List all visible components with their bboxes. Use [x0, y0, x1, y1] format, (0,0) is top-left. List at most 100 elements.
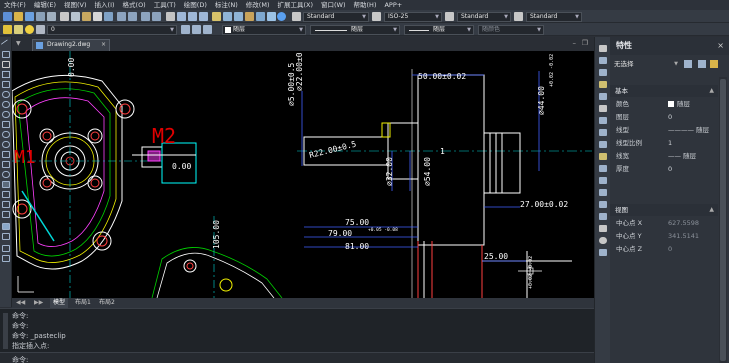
sphere-icon[interactable]	[599, 237, 607, 244]
design-center-icon[interactable]	[223, 12, 232, 21]
menu-dimension[interactable]: 标注(N)	[211, 0, 242, 10]
stretch-icon[interactable]	[599, 141, 607, 148]
prop-row-center-y[interactable]: 中心点 Y 341.5141	[610, 230, 729, 243]
menu-window[interactable]: 窗口(W)	[317, 0, 350, 10]
break-icon[interactable]	[599, 177, 607, 184]
prop-row-color[interactable]: 颜色 随层	[610, 98, 729, 111]
scrollbar-thumb[interactable]	[720, 79, 726, 361]
match-properties-icon[interactable]	[93, 12, 102, 21]
tab-layout1[interactable]: 布局1	[72, 298, 94, 308]
polyline-icon[interactable]	[2, 61, 10, 68]
multiline-text-icon[interactable]	[2, 223, 10, 230]
properties-scrollbar[interactable]	[719, 77, 727, 363]
properties-icon[interactable]	[212, 12, 221, 21]
menu-insert[interactable]: 插入(I)	[91, 0, 119, 10]
tab-list-icon[interactable]: ▼	[16, 40, 21, 47]
undo-arrow-icon[interactable]	[141, 12, 150, 21]
plotstyle-select[interactable]: 随颜色 ▼	[478, 24, 544, 35]
rectangle-icon[interactable]	[2, 81, 10, 88]
dim-style-select[interactable]: ISO-25 ▼	[384, 11, 442, 22]
prop-row-lineweight[interactable]: 线宽 —— 随层	[610, 150, 729, 163]
markup-icon[interactable]	[256, 12, 265, 21]
restore-window-icon[interactable]: ❐	[582, 39, 588, 47]
layer-walk-icon[interactable]	[599, 249, 607, 256]
zoom-window-icon[interactable]	[188, 12, 197, 21]
tab-nav-first-icon[interactable]: ◀◀	[16, 298, 25, 308]
ellipse-arc-icon[interactable]	[2, 141, 10, 148]
layer-states-icon[interactable]	[203, 25, 212, 34]
prop-row-center-z[interactable]: 中心点 Z 0	[610, 243, 729, 256]
block-editor-icon[interactable]	[104, 12, 113, 21]
pan-icon[interactable]	[166, 12, 175, 21]
make-block-icon[interactable]	[2, 161, 10, 168]
donut-icon[interactable]	[2, 255, 10, 262]
construction-line-icon[interactable]	[2, 51, 10, 58]
offset-icon[interactable]	[599, 81, 607, 88]
add-selected-icon[interactable]	[2, 233, 10, 240]
arc-icon[interactable]	[2, 91, 10, 98]
rotate-icon[interactable]	[599, 117, 607, 124]
revision-cloud-icon[interactable]	[2, 111, 10, 118]
lineweight-select[interactable]: 随层 ▼	[404, 24, 474, 35]
copy-object-icon[interactable]	[599, 57, 607, 64]
table-style-select[interactable]: Standard ▼	[457, 11, 511, 22]
table-icon[interactable]	[2, 211, 10, 218]
new-file-icon[interactable]	[3, 12, 12, 21]
menu-draw[interactable]: 绘图(D)	[180, 0, 211, 10]
sun-icon[interactable]	[25, 25, 34, 34]
section-basic[interactable]: 基本 ▲	[610, 85, 718, 97]
drawing-canvas[interactable]: M1 M2 0.00 0.00 105.00 ⌀22.00±0.5 ⌀5.00±…	[12, 51, 594, 298]
lock-icon[interactable]	[36, 25, 45, 34]
prop-row-linetype-scale[interactable]: 线型比例 1	[610, 137, 729, 150]
sheet-set-icon[interactable]	[245, 12, 254, 21]
point-icon[interactable]	[2, 171, 10, 178]
minimize-window-icon[interactable]: –	[573, 39, 577, 47]
trim-icon[interactable]	[599, 153, 607, 160]
redo-icon[interactable]	[128, 12, 137, 21]
tool-palettes-icon[interactable]	[234, 12, 243, 21]
text-style-select[interactable]: Standard ▼	[303, 11, 369, 22]
insert-block-icon[interactable]	[2, 151, 10, 158]
section-view[interactable]: 视图 ▲	[610, 204, 718, 216]
prop-row-thickness[interactable]: 厚度 0	[610, 163, 729, 176]
help-icon[interactable]	[277, 12, 286, 21]
prop-row-linetype[interactable]: 线型 ———— 随层	[610, 124, 729, 137]
color-select[interactable]: 随层 ▼	[222, 24, 306, 35]
cut-icon[interactable]	[60, 12, 69, 21]
lightbulb-icon[interactable]	[14, 25, 23, 34]
print-icon[interactable]	[36, 12, 45, 21]
tab-drawing2[interactable]: Drawing2.dwg ×	[32, 39, 110, 51]
close-icon[interactable]: ×	[717, 37, 724, 55]
layer-manager-icon[interactable]	[3, 25, 12, 34]
tab-nav-last-icon[interactable]: ▶▶	[34, 298, 43, 308]
toggle-pickadd-icon[interactable]	[684, 60, 692, 68]
chamfer-icon[interactable]	[599, 201, 607, 208]
zoom-realtime-icon[interactable]	[177, 12, 186, 21]
make-current-layer-icon[interactable]	[181, 25, 190, 34]
select-objects-icon[interactable]	[698, 60, 706, 68]
paste-icon[interactable]	[82, 12, 91, 21]
selection-dropdown[interactable]: 无选择 ▼	[614, 59, 678, 70]
polygon-icon[interactable]	[2, 71, 10, 78]
menu-edit[interactable]: 编辑(E)	[30, 0, 60, 10]
extend-icon[interactable]	[599, 165, 607, 172]
save-icon[interactable]	[25, 12, 34, 21]
menu-file[interactable]: 文件(F)	[0, 0, 30, 10]
prop-row-center-x[interactable]: 中心点 X 627.5598	[610, 217, 729, 230]
region-icon[interactable]	[2, 201, 10, 208]
menu-express-tools[interactable]: 扩展工具(X)	[273, 0, 317, 10]
ellipse-icon[interactable]	[2, 131, 10, 138]
multileader-style-select[interactable]: Standard ▼	[526, 11, 582, 22]
menu-app-plus[interactable]: APP+	[380, 0, 406, 10]
circle-icon[interactable]	[2, 101, 10, 108]
menu-view[interactable]: 视图(V)	[60, 0, 91, 10]
open-file-icon[interactable]	[14, 12, 23, 21]
menu-tools[interactable]: 工具(T)	[150, 0, 180, 10]
wipeout-icon[interactable]	[2, 245, 10, 252]
print-preview-icon[interactable]	[47, 12, 56, 21]
command-window-grip[interactable]	[3, 313, 8, 349]
close-icon[interactable]: ×	[101, 40, 106, 50]
scale-icon[interactable]	[599, 129, 607, 136]
quick-select-icon[interactable]	[710, 60, 718, 68]
join-icon[interactable]	[599, 189, 607, 196]
